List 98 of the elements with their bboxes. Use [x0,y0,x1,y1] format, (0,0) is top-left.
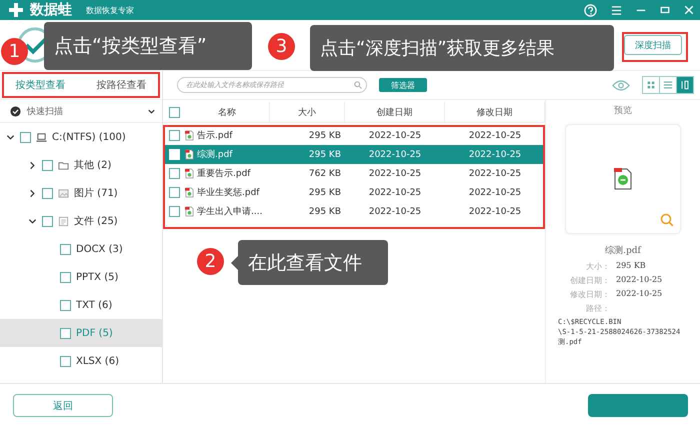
checkbox[interactable] [169,206,180,217]
chevron-down-icon[interactable] [28,216,37,226]
column-header[interactable]: 修改日期 [445,102,545,123]
scan-mode-label: 快速扫描 [27,106,64,118]
chevron-down-icon[interactable] [6,132,15,142]
table-cell-text: 2022-10-25 [468,186,522,200]
table-cell-text: 2022-10-25 [368,168,422,180]
view-mode-button[interactable] [676,77,693,93]
checkbox[interactable] [169,168,180,179]
preview-file-name: 综测.pdf [605,244,641,257]
tree-item[interactable]: XLSX (6) [76,356,119,366]
table-cell: 2022-10-25 [445,145,545,164]
checkbox[interactable] [60,272,71,282]
file-name: 重要告示.pdf [197,168,250,180]
table-cell-text: 2022-10-25 [368,186,422,200]
preview-title: 预览 [614,104,632,118]
app-logo-text: 数据蛙 [30,1,72,19]
table-cell-text: 2022-10-25 [468,130,522,142]
detail-label: 大小： [585,261,610,272]
menu-icon[interactable] [611,4,622,16]
callout-text: 点击“深度扫描”获取更多结果 [310,25,614,71]
pdf-file-icon [185,168,194,179]
close-icon[interactable] [684,5,694,15]
search-icon [354,81,362,89]
checkbox[interactable] [60,328,71,338]
chevron-right-icon[interactable] [28,160,37,170]
detail-value: 2022-10-25 [616,289,662,300]
file-name: 毕业生奖惩.pdf [197,186,260,199]
pdf-file-icon [613,167,633,191]
checkbox[interactable] [60,300,71,310]
pdf-file-icon [185,206,194,217]
checkbox[interactable] [42,160,53,170]
detail-label: 路径： [585,303,610,314]
view-tab[interactable]: 按类型查看 [14,74,68,96]
pdf-file-icon [185,130,194,141]
checkbox[interactable] [169,106,180,118]
tree-item[interactable]: 文件 (25) [74,214,118,228]
table-cell-text: 295 KB [308,206,342,218]
column-header[interactable]: 大小 [270,102,345,123]
table-cell-text: 2022-10-25 [468,168,522,180]
table-cell: 2022-10-25 [345,145,445,164]
table-cell-text: 2022-10-25 [368,206,422,218]
checkbox[interactable] [20,132,31,142]
step-number: 1 [1,38,28,65]
scan-mode-dropdown[interactable]: 快速扫描 [0,100,162,123]
pdf-file-icon [185,149,194,160]
checkbox[interactable] [60,356,71,366]
check-badge-icon [10,106,21,116]
column-header[interactable]: 创建日期 [345,102,445,123]
document-icon [58,216,69,226]
step-number: 2 [197,248,224,275]
detail-value: 2022-10-25 [616,275,662,286]
detail-label: 修改日期： [569,289,610,300]
pdf-file-icon [185,187,194,198]
tree-item[interactable]: PPTX (5) [76,272,118,282]
table-cell-text: 2022-10-25 [368,130,422,142]
eye-icon[interactable] [612,80,630,90]
column-header[interactable]: 名称 [185,102,270,123]
table-cell-text: 295 KB [308,186,342,200]
app-subtitle: 数据恢复专家 [86,4,134,16]
cross-logo-icon [8,2,24,18]
deep-scan-button[interactable]: 深度扫描 [624,35,682,55]
laptop-icon [36,132,47,142]
callout-text: 在此查看文件 [238,240,388,285]
checkbox[interactable] [169,130,180,141]
checkbox[interactable] [60,244,71,254]
filter-button[interactable]: 筛选器 [379,78,427,92]
table-cell-text: 2022-10-25 [468,206,522,218]
tree-item[interactable]: TXT (6) [76,300,112,310]
checkbox[interactable] [42,216,53,226]
file-name: 告示.pdf [197,130,232,142]
highlight-frame [622,32,688,62]
image-icon [58,188,69,198]
folder-icon [58,160,69,170]
detail-view-icon [680,80,690,90]
help-icon[interactable] [584,4,597,16]
table-cell: 295 KB [270,145,345,164]
detail-value: 295 KB [616,261,647,272]
table-cell-text: 762 KB [308,168,342,180]
detail-label: 创建日期： [569,275,610,286]
tree-item[interactable]: C:(NTFS) (100) [52,132,126,142]
zoom-icon[interactable] [660,213,674,227]
checkbox[interactable] [42,188,53,198]
file-name: 综测.pdf [197,148,232,161]
list-view-icon [663,80,673,90]
checkbox[interactable] [169,187,180,198]
tree-item[interactable]: DOCX (3) [76,244,123,254]
view-tab[interactable]: 按路径查看 [94,74,148,96]
tree-item[interactable]: 其他 (2) [74,158,112,172]
callout-text: 点击“按类型查看” [44,22,252,70]
chevron-right-icon[interactable] [28,188,37,198]
step-number: 3 [268,33,295,60]
maximize-icon[interactable] [660,5,670,15]
tree-item[interactable]: 图片 (71) [74,186,118,200]
file-name: 学生出入申请.... [197,206,262,218]
grid-view-icon [646,80,656,90]
table-cell-text: 295 KB [308,130,342,142]
back-button[interactable]: 返回 [13,394,113,417]
